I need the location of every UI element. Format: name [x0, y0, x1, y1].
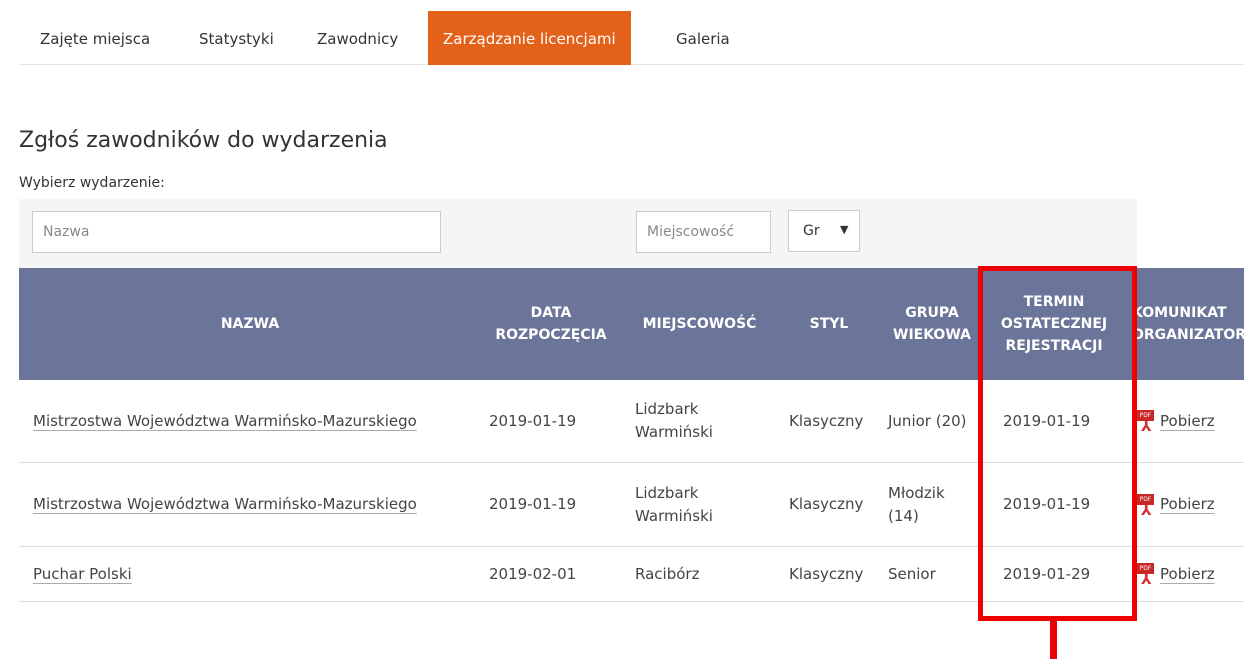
style-cell: Klasyczny: [789, 411, 864, 430]
tab-bar: Zajęte miejsca Statystyki Zawodnicy Zarz…: [19, 11, 1244, 65]
city-cell: Lidzbark Warmiński: [635, 483, 713, 525]
event-name-link[interactable]: Puchar Polski: [33, 547, 478, 601]
highlight-pointer: [1050, 616, 1057, 659]
style-cell: Klasyczny: [789, 564, 864, 583]
tab-statystyki[interactable]: Statystyki: [199, 11, 274, 65]
tab-zarzadzanie-licencjami[interactable]: Zarządzanie licencjami: [428, 11, 631, 65]
download-link[interactable]: PDF ⅄ Pobierz: [1137, 547, 1244, 601]
city-cell: Racibórz: [635, 564, 700, 583]
tab-galeria[interactable]: Galeria: [676, 11, 730, 65]
pdf-icon: PDF ⅄: [1137, 563, 1157, 588]
age-group-cell: Senior: [888, 564, 936, 583]
pdf-icon: PDF ⅄: [1137, 410, 1157, 435]
col-header-name[interactable]: NAZWA: [19, 268, 481, 380]
col-header-organizer-notice[interactable]: KOMUNIKAT ORGANIZATORA: [1132, 268, 1244, 380]
event-name-link[interactable]: Mistrzostwa Województwa Warmińsko-Mazurs…: [33, 380, 478, 462]
col-header-city[interactable]: MIEJSCOWOŚĆ: [621, 268, 778, 380]
filter-bar: Gr ▼: [19, 199, 1137, 269]
name-filter-input[interactable]: [32, 211, 441, 253]
pdf-icon: PDF ⅄: [1137, 493, 1157, 519]
tab-zawodnicy[interactable]: Zawodnicy: [317, 11, 398, 65]
col-header-age-group[interactable]: GRUPA WIEKOWA: [880, 268, 984, 380]
download-link[interactable]: PDF ⅄ Pobierz: [1137, 463, 1244, 546]
download-link[interactable]: PDF ⅄ Pobierz: [1137, 380, 1244, 462]
tab-zajete-miejsca[interactable]: Zajęte miejsca: [40, 11, 150, 65]
start-date-cell: 2019-01-19: [489, 495, 577, 513]
dropdown-arrow-icon: ▼: [840, 223, 849, 236]
section-title: Zgłoś zawodników do wydarzenia: [19, 128, 388, 153]
age-group-cell: Młodzik (14): [888, 483, 945, 525]
city-filter-input[interactable]: [636, 211, 771, 253]
start-date-cell: 2019-02-01: [489, 564, 577, 583]
col-header-start-date[interactable]: DATA ROZPOCZĘCIA: [481, 268, 621, 380]
city-cell: Lidzbark Warmiński: [635, 400, 713, 441]
group-filter-select[interactable]: Gr ▼: [788, 210, 860, 252]
start-date-cell: 2019-01-19: [489, 411, 577, 430]
age-group-cell: Junior (20): [888, 411, 967, 430]
event-name-link[interactable]: Mistrzostwa Województwa Warmińsko-Mazurs…: [33, 463, 478, 546]
highlight-box: [978, 266, 1137, 621]
col-header-style[interactable]: STYL: [778, 268, 880, 380]
style-cell: Klasyczny: [789, 495, 864, 513]
group-filter-value: Gr: [803, 223, 820, 239]
select-event-label: Wybierz wydarzenie:: [19, 175, 165, 191]
